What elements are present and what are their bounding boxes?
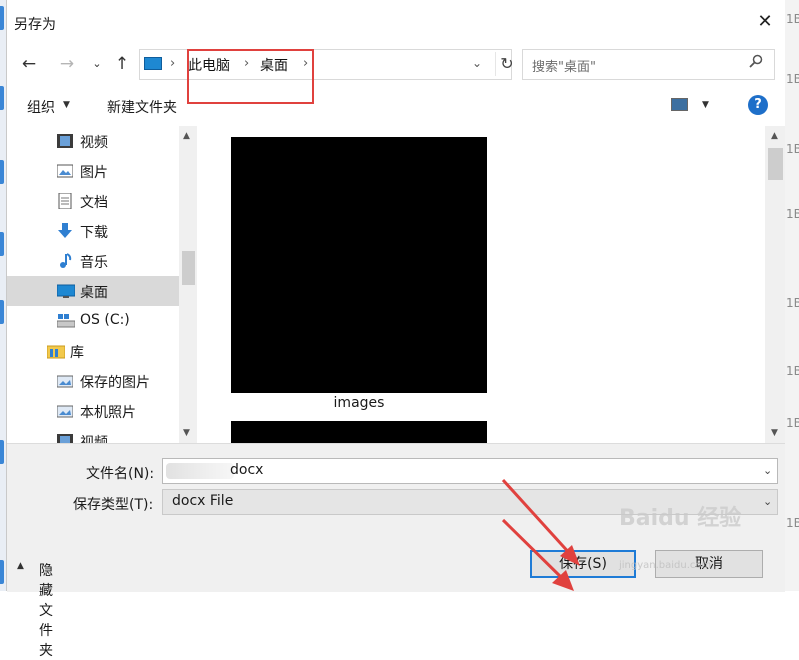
redacted-filename: [166, 463, 234, 479]
scroll-down-icon[interactable]: ▼: [771, 428, 778, 438]
filetype-value: docx File: [172, 493, 234, 509]
sidebar-item-videos[interactable]: 视频: [7, 126, 179, 156]
sidebar-item-label: 下载: [80, 225, 108, 241]
view-dropdown-icon[interactable]: ▼: [702, 100, 709, 110]
background-marker: [0, 6, 4, 30]
refresh-icon[interactable]: ↻: [495, 52, 518, 76]
chevron-down-icon[interactable]: ⌄: [763, 495, 772, 508]
save-as-dialog: 另存为 ✕ ← → ⌄ ↑ › 此电脑 › 桌面 › ⌄ ↻ 搜索"桌面" 组织…: [6, 0, 785, 659]
downloads-folder-icon: [57, 223, 73, 239]
filename-value: docx: [230, 462, 264, 478]
sidebar-item-music[interactable]: 音乐: [7, 246, 179, 276]
background-text: 1B: [786, 516, 799, 530]
dialog-title: 另存为: [14, 17, 56, 33]
search-icon[interactable]: [749, 54, 763, 72]
background-marker: [0, 300, 4, 324]
folder-thumbnail[interactable]: [231, 421, 487, 443]
video-library-icon: [57, 433, 73, 443]
camera-roll-icon: [56, 403, 74, 419]
chevron-down-icon[interactable]: ⌄: [763, 464, 772, 477]
sidebar-item-documents[interactable]: 文档: [7, 186, 179, 216]
background-text: 1B: [786, 12, 799, 26]
filetype-label: 保存类型(T):: [73, 497, 154, 513]
watermark-url: jingyan.baidu.com: [619, 560, 712, 571]
pictures-folder-icon: [56, 163, 74, 179]
background-text: 1B: [786, 207, 799, 221]
scroll-up-icon[interactable]: ▲: [771, 131, 778, 141]
documents-folder-icon: [57, 192, 73, 210]
drive-icon: [56, 313, 76, 329]
sidebar-item-label: 视频: [80, 135, 108, 151]
collapse-arrow-icon: ▲: [17, 561, 24, 571]
breadcrumb-chevron-icon[interactable]: ›: [170, 56, 175, 71]
sidebar-item-label: 库: [70, 345, 84, 361]
sidebar-item-downloads[interactable]: 下载: [7, 216, 179, 246]
scroll-up-icon[interactable]: ▲: [183, 131, 190, 141]
sidebar-item-desktop[interactable]: 桌面: [7, 276, 179, 306]
help-icon[interactable]: ?: [748, 95, 768, 115]
new-folder-button[interactable]: 新建文件夹: [107, 97, 177, 117]
saved-pictures-icon: [56, 373, 74, 389]
filename-field[interactable]: docx ⌄: [162, 458, 778, 484]
sidebar-item-label: 本机照片: [80, 405, 136, 421]
file-list-scroll-thumb[interactable]: [768, 148, 783, 180]
video-folder-icon: [57, 133, 73, 149]
sidebar-item-camera-roll[interactable]: 本机照片: [7, 396, 179, 426]
background-marker: [0, 160, 4, 184]
background-text: 1B: [786, 364, 799, 378]
sidebar-item-video-library[interactable]: 视频: [7, 426, 179, 443]
file-item-label[interactable]: images: [231, 395, 487, 411]
this-pc-icon: [144, 57, 162, 70]
title-bar[interactable]: 另存为 ✕: [7, 0, 785, 46]
search-input[interactable]: 搜索"桌面": [522, 49, 775, 80]
sidebar-item-label: 桌面: [80, 285, 108, 301]
filename-label: 文件名(N):: [86, 466, 155, 482]
search-placeholder: 搜索"桌面": [532, 60, 596, 75]
library-icon: [46, 343, 66, 359]
navigation-pane: 视频 图片 文档 下载 音乐 桌面 OS (C:) 库 保存的图片 本机照片 视…: [7, 126, 199, 443]
background-text: 1B: [786, 142, 799, 156]
back-arrow-icon[interactable]: ←: [17, 52, 41, 76]
up-arrow-icon[interactable]: ↑: [110, 52, 134, 76]
organize-dropdown-icon[interactable]: ▼: [63, 100, 70, 110]
music-folder-icon: [57, 253, 73, 269]
background-marker: [0, 560, 4, 584]
watermark-logo: Baidu 经验: [619, 506, 742, 531]
folder-thumbnail[interactable]: [231, 137, 487, 393]
close-icon[interactable]: ✕: [755, 12, 775, 32]
desktop-folder-icon: [56, 283, 76, 299]
sidebar-item-label: 保存的图片: [80, 375, 150, 391]
hide-folders-label: 隐藏文件夹: [39, 563, 53, 659]
recent-locations-chevron-icon[interactable]: ⌄: [85, 52, 109, 76]
background-text: 1B: [786, 296, 799, 310]
annotation-highlight-box: [187, 49, 314, 104]
sidebar-item-label: 图片: [80, 165, 108, 181]
background-marker: [0, 86, 4, 110]
view-options-icon[interactable]: [671, 98, 688, 111]
sidebar-item-label: 视频: [80, 435, 108, 443]
sidebar-item-pictures[interactable]: 图片: [7, 156, 179, 186]
sidebar-item-os-drive[interactable]: OS (C:): [7, 306, 179, 336]
background-marker: [0, 440, 4, 464]
sidebar-item-saved-pictures[interactable]: 保存的图片: [7, 366, 179, 396]
scroll-down-icon[interactable]: ▼: [183, 428, 190, 438]
sidebar-scroll-thumb[interactable]: [182, 251, 195, 285]
forward-arrow-icon[interactable]: →: [55, 52, 79, 76]
sidebar-item-label: 音乐: [80, 255, 108, 271]
background-text: 1B: [786, 416, 799, 430]
sidebar-item-libraries[interactable]: 库: [7, 336, 179, 366]
sidebar-item-label: OS (C:): [80, 312, 130, 328]
file-list: images: [199, 126, 765, 443]
sidebar-item-label: 文档: [80, 195, 108, 211]
address-dropdown-icon[interactable]: ⌄: [472, 56, 482, 70]
organize-menu[interactable]: 组织: [27, 97, 55, 117]
background-text: 1B: [786, 72, 799, 86]
background-marker: [0, 232, 4, 256]
